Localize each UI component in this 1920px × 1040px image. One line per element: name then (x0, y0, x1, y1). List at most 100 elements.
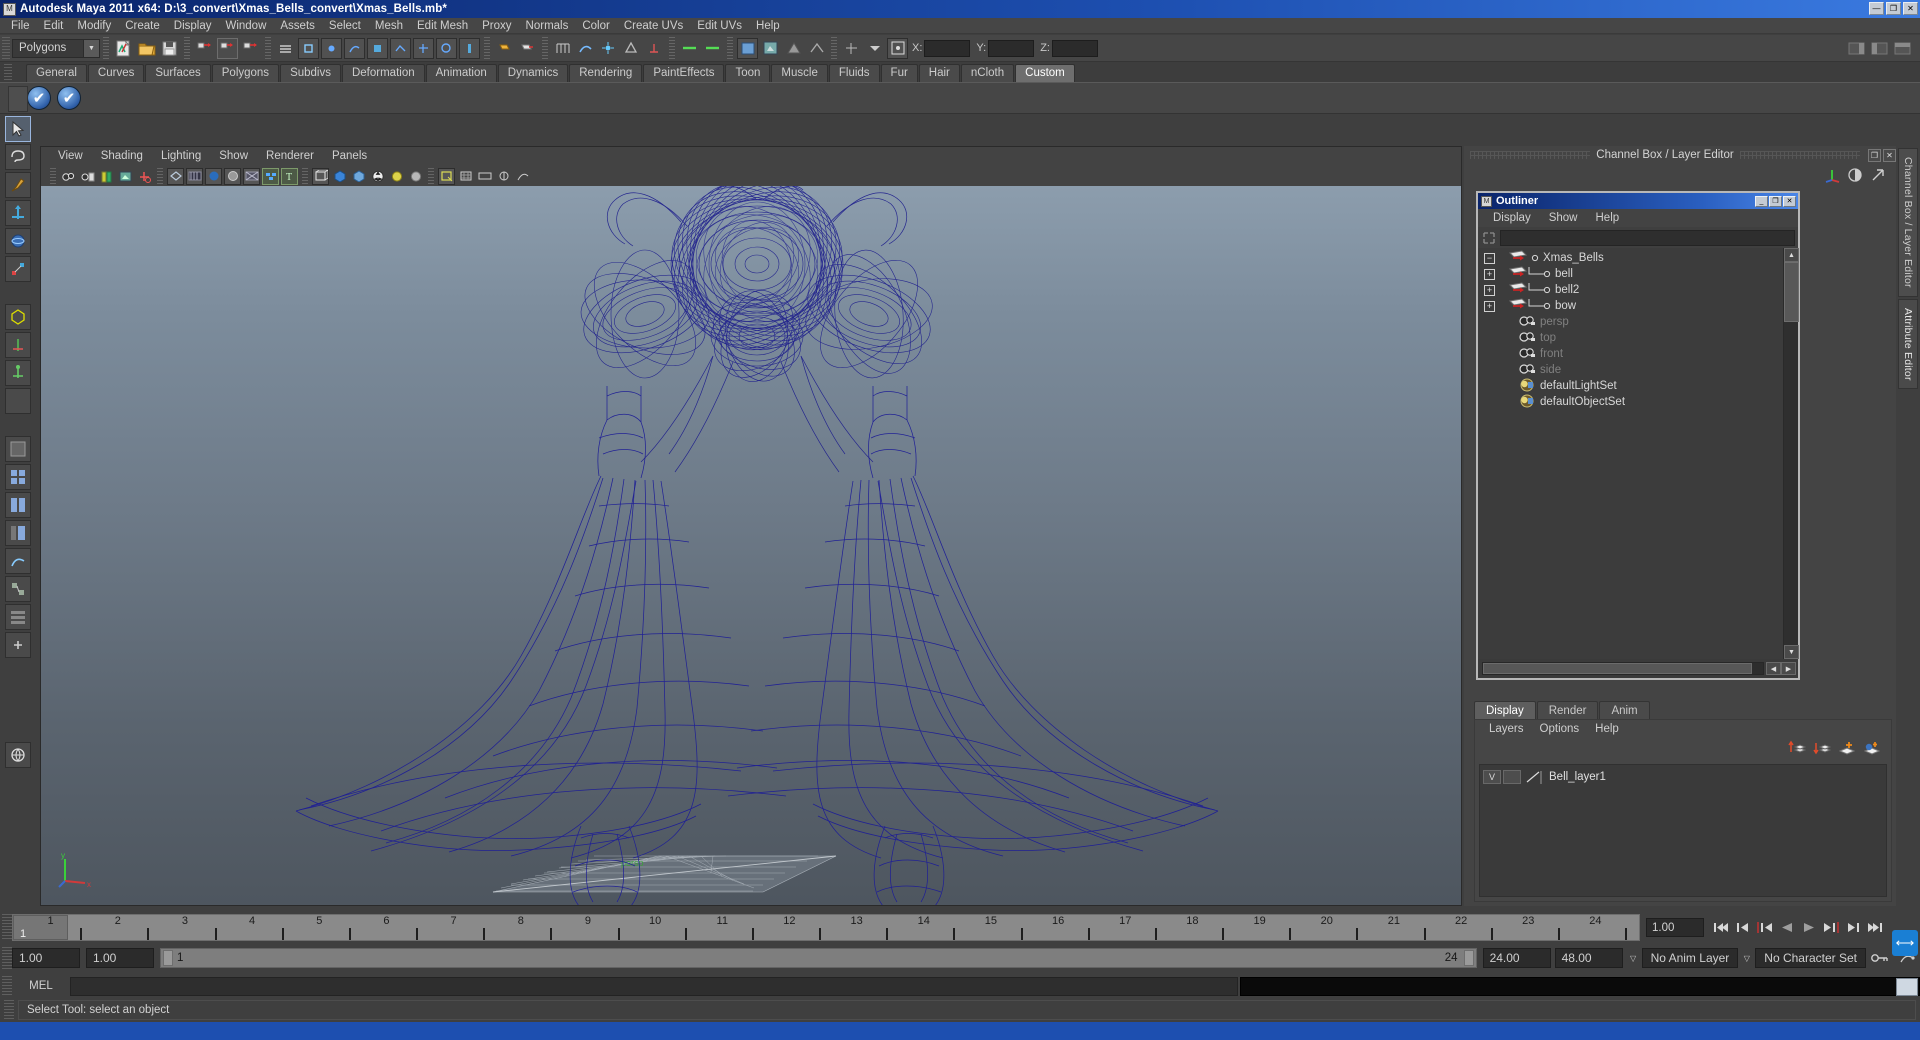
shelf-item-2[interactable]: ✔ (56, 85, 82, 111)
create-layer-from-selected-icon[interactable] (1863, 740, 1881, 759)
show-hide-attribute-editor-icon[interactable] (1869, 38, 1890, 59)
outliner-vertical-scrollbar[interactable]: ▲ ▼ (1783, 248, 1799, 659)
highlight-selection-icon[interactable] (517, 38, 538, 59)
menu-modify[interactable]: Modify (70, 18, 118, 34)
go-to-start-button[interactable] (1710, 917, 1732, 937)
menu-file[interactable]: File (4, 18, 37, 34)
soft-modification-icon[interactable] (5, 332, 31, 358)
lock-selection-icon[interactable] (494, 38, 515, 59)
layout-two-panes-icon[interactable] (5, 492, 31, 518)
shelf-tab-subdivs[interactable]: Subdivs (280, 64, 341, 82)
layout-more-icon[interactable] (5, 632, 31, 658)
shelf-tab-toon[interactable]: Toon (725, 64, 771, 82)
create-empty-layer-icon[interactable] (1838, 740, 1856, 759)
menu-edit-uvs[interactable]: Edit UVs (690, 18, 749, 34)
menu-window[interactable]: Window (218, 18, 273, 34)
move-tool-icon[interactable] (5, 200, 31, 226)
image-plane-icon[interactable] (117, 168, 134, 185)
film-gate-icon[interactable] (476, 168, 493, 185)
outliner-row-bell[interactable]: + bell (1478, 266, 1783, 282)
mask-handle2-icon[interactable] (436, 37, 457, 59)
hscroll-right-arrow-icon[interactable]: ▶ (1781, 662, 1796, 675)
layer-playback-toggle[interactable] (1503, 769, 1521, 784)
outliner-minimize-button[interactable]: _ (1755, 195, 1768, 207)
expander-expand-icon[interactable]: + (1484, 268, 1495, 280)
attribute-editor-arrow-icon[interactable] (1870, 167, 1886, 186)
select-by-hierarchy-icon[interactable] (194, 38, 215, 59)
range-start-field[interactable]: 1.00 (12, 948, 80, 968)
xray-icon[interactable] (312, 167, 329, 185)
anim-layer-combo[interactable]: No Anim Layer (1641, 948, 1739, 968)
snap-grid-icon[interactable] (552, 38, 573, 59)
layout-relationship-icon[interactable] (5, 604, 31, 630)
shelf-tab-ncloth[interactable]: nCloth (960, 64, 1015, 82)
move-layer-down-icon[interactable] (1813, 740, 1832, 759)
viewport-menu-renderer[interactable]: Renderer (257, 147, 323, 166)
time-slider-track[interactable]: 1 1 2 3 4 5 6 7 8 9 10 11 12 13 14 15 16 17 18 19 20 21 22 23 2… (12, 913, 1640, 941)
absolute-relative-dropdown-icon[interactable] (864, 38, 885, 59)
textured-icon[interactable] (262, 167, 279, 185)
use-default-material-icon[interactable]: T (281, 167, 298, 185)
outliner-maximize-button[interactable]: ❒ (1769, 195, 1782, 207)
smooth-shade-all-icon[interactable] (186, 167, 203, 185)
shelf-tab-painteffects[interactable]: PaintEffects (643, 64, 725, 82)
shelf-tab-surfaces[interactable]: Surfaces (145, 64, 211, 82)
shelf-tab-dynamics[interactable]: Dynamics (497, 64, 569, 82)
range-slider-grip[interactable] (2, 947, 12, 969)
layer-list[interactable]: V Bell_layer1 (1479, 764, 1887, 897)
help-line-grip[interactable] (4, 1000, 14, 1020)
dock-undock-button[interactable]: ❐ (1868, 148, 1882, 162)
mask-points-icon[interactable] (321, 37, 342, 59)
mask-hulls-icon[interactable] (390, 37, 411, 59)
current-time-field[interactable]: 1.00 (1646, 917, 1704, 937)
shelf-grip[interactable] (4, 64, 12, 80)
select-by-component-icon[interactable] (240, 38, 261, 59)
transform-field-mode-icon[interactable] (887, 37, 908, 59)
command-output-field[interactable] (1240, 976, 1920, 996)
mask-pivots-icon[interactable] (413, 37, 434, 59)
vtab-channel-box-layer-editor[interactable]: Channel Box / Layer Editor (1898, 148, 1918, 297)
show-manip-tool-icon[interactable] (1824, 167, 1840, 186)
tray-overlay-icon[interactable] (1896, 978, 1918, 996)
layer-visibility-toggle[interactable]: V (1483, 769, 1501, 784)
render-current-frame-icon[interactable] (737, 37, 758, 59)
anim-layer-dropdown-icon[interactable]: ▽ (1625, 948, 1642, 968)
outliner-row-persp[interactable]: persp (1478, 314, 1783, 330)
outliner-row-default-object-set[interactable]: defaultObjectSet (1478, 394, 1783, 410)
mask-misc-icon[interactable] (459, 37, 480, 59)
shelf-options-handle[interactable] (8, 86, 28, 112)
last-tool-icon[interactable] (5, 388, 31, 414)
layout-single-icon[interactable] (5, 436, 31, 462)
snap-curve-icon[interactable] (575, 38, 596, 59)
maximize-button[interactable]: ❐ (1886, 2, 1901, 15)
scale-tool-icon[interactable] (5, 256, 31, 282)
viewport-menu-view[interactable]: View (49, 147, 92, 166)
dock-drag-handle-right[interactable] (1739, 151, 1861, 159)
time-slider-grip[interactable] (2, 914, 12, 940)
viewport-menu-show[interactable]: Show (210, 147, 257, 166)
shelf-tab-custom[interactable]: Custom (1015, 64, 1075, 82)
outliner-search-input[interactable] (1500, 229, 1795, 246)
show-hide-modeling-toolkit-icon[interactable] (1846, 38, 1867, 59)
construction-history-on-icon[interactable] (679, 38, 700, 59)
shelf-tab-fluids[interactable]: Fluids (828, 64, 880, 82)
new-scene-icon[interactable] (113, 38, 134, 59)
snap-normal-icon[interactable] (644, 38, 665, 59)
step-back-frame-button[interactable] (1754, 917, 1776, 937)
step-back-key-button[interactable] (1732, 917, 1754, 937)
irr-render-icon[interactable] (760, 38, 781, 59)
menuset-dropdown[interactable]: Polygons ▼ (12, 38, 100, 58)
hscroll-left-arrow-icon[interactable]: ◀ (1766, 662, 1781, 675)
dock-close-button[interactable]: ✕ (1883, 148, 1897, 162)
bookmark-icon[interactable] (98, 168, 115, 185)
expander-expand-icon[interactable]: + (1484, 300, 1495, 312)
step-forward-key-button[interactable] (1842, 917, 1864, 937)
layer-menu-options[interactable]: Options (1532, 720, 1588, 738)
lasso-tool-icon[interactable] (5, 144, 31, 170)
menu-mesh[interactable]: Mesh (368, 18, 410, 34)
hscroll-thumb[interactable] (1483, 663, 1752, 674)
outliner-menu-display[interactable]: Display (1484, 209, 1540, 227)
shelf-tab-deformation[interactable]: Deformation (341, 64, 425, 82)
render-settings-icon[interactable] (783, 38, 804, 59)
show-hide-channel-box-icon[interactable] (1892, 38, 1913, 59)
